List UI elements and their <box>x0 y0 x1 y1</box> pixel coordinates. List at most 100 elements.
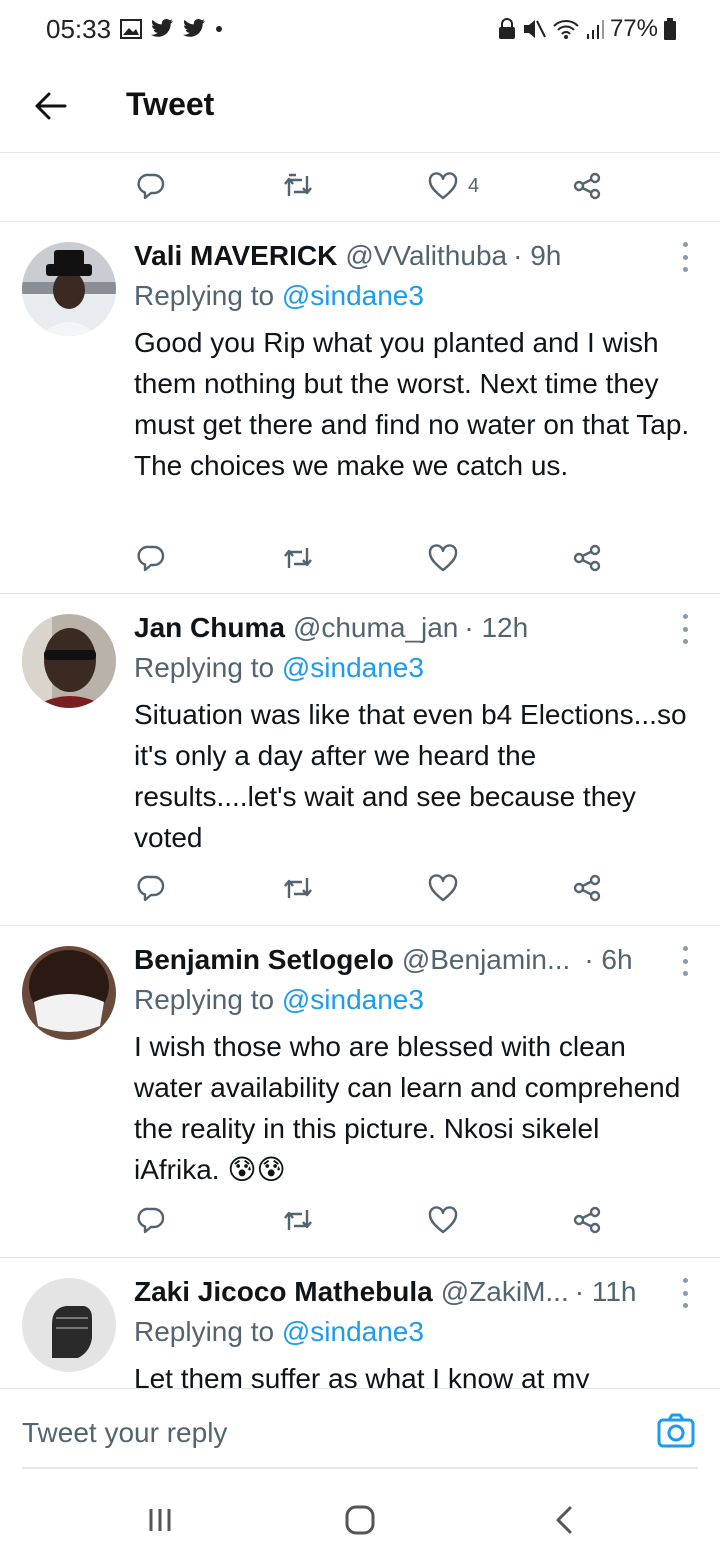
more-button[interactable] <box>680 946 690 976</box>
nav-home-icon <box>345 1505 375 1535</box>
replying-to-label: Replying to <box>134 984 282 1015</box>
notification-icons <box>120 14 224 44</box>
status-bar: 05:33 77% <box>0 0 720 60</box>
wifi-icon <box>553 20 579 39</box>
author-handle[interactable]: @Benjamin... <box>402 944 571 976</box>
reply-button[interactable] <box>136 158 166 214</box>
more-icon <box>682 1278 688 1283</box>
reply-button[interactable] <box>136 530 166 586</box>
main-tweet-actions: 4 <box>0 158 720 214</box>
tweet-time: · 11h <box>574 1276 637 1307</box>
author-handle[interactable]: @chuma_jan <box>293 612 458 644</box>
divider <box>0 152 720 153</box>
tweet-meta: Benjamin Setlogelo @Benjamin... · 6h <box>134 942 680 978</box>
replying-to-label: Replying to <box>134 1316 282 1347</box>
tweet-actions <box>0 1192 720 1248</box>
twitter-icon <box>183 19 205 37</box>
mention-link[interactable]: @sindane3 <box>282 652 424 683</box>
avatar[interactable] <box>22 614 116 708</box>
author-name[interactable]: Benjamin Setlogelo <box>134 944 394 976</box>
avatar[interactable] <box>22 242 116 336</box>
tweet-meta: Jan Chuma @chuma_jan · 12h <box>134 610 680 646</box>
back-arrow-icon <box>35 92 67 120</box>
author-name[interactable]: Zaki Jicoco Mathebula <box>134 1276 433 1308</box>
nav-home-button[interactable] <box>340 1502 380 1538</box>
reply-bar: Tweet your reply <box>0 1388 720 1478</box>
retweet-button[interactable] <box>282 530 314 586</box>
tweet-item[interactable]: Vali MAVERICK @VValithuba · 9h Replying … <box>0 222 720 592</box>
like-button[interactable] <box>428 530 458 586</box>
more-icon <box>682 946 688 951</box>
replying-to-label: Replying to <box>134 652 282 683</box>
like-icon <box>428 544 458 572</box>
like-icon <box>428 1206 458 1234</box>
author-name[interactable]: Vali MAVERICK <box>134 240 337 272</box>
app-header: Tweet <box>0 60 720 152</box>
more-button[interactable] <box>680 1278 690 1308</box>
tweet-time: · 6h <box>584 944 633 975</box>
tweet-text: Good you Rip what you planted and I wish… <box>134 327 690 481</box>
back-button[interactable] <box>26 82 76 130</box>
more-button[interactable] <box>680 242 690 272</box>
camera-button[interactable] <box>656 1411 696 1451</box>
share-icon <box>573 1206 601 1234</box>
author-handle[interactable]: @VValithuba <box>345 240 507 272</box>
replying-to-label: Replying to <box>134 280 282 311</box>
retweet-icon <box>284 173 312 196</box>
more-icon <box>682 614 688 619</box>
like-button[interactable]: 4 <box>428 158 479 214</box>
author-name[interactable]: Jan Chuma <box>134 612 285 644</box>
page-title: Tweet <box>126 86 215 122</box>
reply-button[interactable] <box>136 1192 166 1248</box>
retweet-button[interactable] <box>282 1192 314 1248</box>
author-handle[interactable]: @ZakiM... <box>441 1276 569 1308</box>
share-button[interactable] <box>572 860 602 916</box>
dot-icon <box>216 26 222 32</box>
retweet-icon <box>284 1210 312 1230</box>
like-button[interactable] <box>428 1192 458 1248</box>
status-time: 05:33 <box>46 14 112 44</box>
nav-back-button[interactable] <box>544 1502 584 1538</box>
retweet-button[interactable] <box>282 158 314 214</box>
avatar[interactable] <box>22 1278 116 1372</box>
tweet-text: I wish those who are blessed with clean … <box>134 1031 681 1185</box>
mention-link[interactable]: @sindane3 <box>282 984 424 1015</box>
nav-recents-icon <box>149 1509 171 1531</box>
tweet-text: Let them suffer as what I know at my <box>134 1363 590 1388</box>
tweet-item[interactable]: Benjamin Setlogelo @Benjamin... · 6h Rep… <box>0 926 720 1256</box>
like-button[interactable] <box>428 860 458 916</box>
share-button[interactable] <box>572 530 602 586</box>
replying-to: Replying to @sindane3 <box>134 280 424 312</box>
reply-icon <box>137 545 165 572</box>
tweet-time: · 12h <box>464 612 529 643</box>
tweet-item[interactable]: Jan Chuma @chuma_jan · 12h Replying to @… <box>0 594 720 924</box>
mention-link[interactable]: @sindane3 <box>282 280 424 311</box>
tweet-text: Situation was like that even b4 Election… <box>134 699 687 853</box>
reply-icon <box>137 173 165 200</box>
reply-icon <box>137 875 165 902</box>
system-navbar <box>0 1478 720 1560</box>
like-icon <box>428 874 458 902</box>
tweet-actions <box>0 860 720 916</box>
camera-icon <box>657 1413 695 1448</box>
reply-underline <box>22 1467 698 1469</box>
gallery-icon <box>120 19 142 39</box>
tweet-actions <box>0 530 720 586</box>
like-icon <box>428 172 458 200</box>
nav-back-icon <box>556 1506 572 1534</box>
tweet-item[interactable]: Zaki Jicoco Mathebula @ZakiM... · 11h Re… <box>0 1258 720 1388</box>
share-button[interactable] <box>572 158 602 214</box>
nav-recents-button[interactable] <box>140 1502 180 1538</box>
mention-link[interactable]: @sindane3 <box>282 1316 424 1347</box>
more-button[interactable] <box>680 614 690 644</box>
avatar[interactable] <box>22 946 116 1040</box>
share-button[interactable] <box>572 1192 602 1248</box>
replying-to: Replying to @sindane3 <box>134 1316 424 1348</box>
reply-button[interactable] <box>136 860 166 916</box>
share-icon <box>573 874 601 902</box>
tweet-meta: Zaki Jicoco Mathebula @ZakiM... · 11h <box>134 1274 680 1310</box>
retweet-button[interactable] <box>282 860 314 916</box>
reply-input[interactable]: Tweet your reply <box>22 1417 227 1449</box>
mute-icon <box>523 20 546 38</box>
replying-to: Replying to @sindane3 <box>134 652 424 684</box>
